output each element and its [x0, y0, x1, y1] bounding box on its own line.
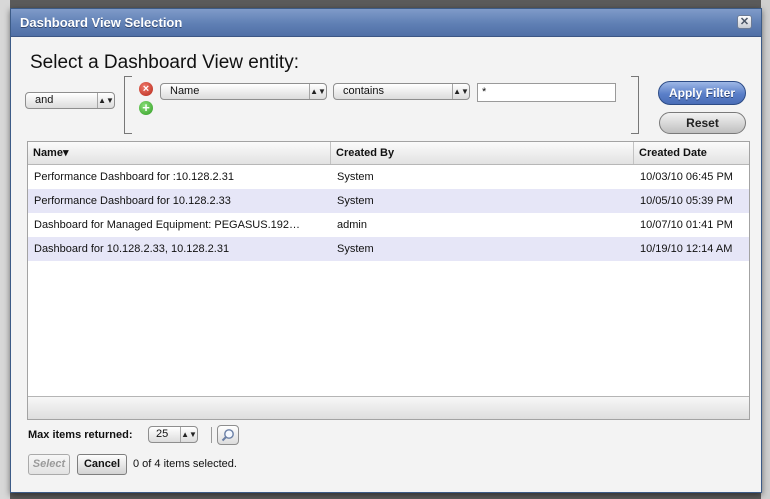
select-arrows-icon: ▲▼: [309, 84, 326, 99]
background-right: [761, 0, 770, 499]
field-select-value: Name: [170, 85, 200, 97]
cell-created-date: 10/07/10 01:41 PM: [640, 219, 733, 231]
filter-bracket-right: [631, 76, 639, 134]
reset-button[interactable]: Reset: [659, 112, 746, 134]
filter-bracket-left: [124, 76, 132, 134]
cell-created-by: System: [337, 195, 374, 207]
background-left: [0, 0, 10, 499]
select-arrows-icon: ▲▼: [180, 427, 197, 442]
table-row[interactable]: Performance Dashboard for 10.128.2.33 Sy…: [28, 189, 749, 213]
cell-created-date: 10/19/10 12:14 AM: [640, 243, 733, 255]
field-select[interactable]: Name ▲▼: [160, 83, 327, 100]
table-row[interactable]: Dashboard for Managed Equipment: PEGASUS…: [28, 213, 749, 237]
column-header-created-date[interactable]: Created Date: [634, 142, 749, 164]
page-title: Select a Dashboard View entity:: [30, 52, 299, 73]
search-button[interactable]: [217, 425, 239, 445]
table-footer-bar: [28, 396, 749, 419]
dialog-titlebar[interactable]: Dashboard View Selection ✕: [11, 9, 761, 37]
select-button[interactable]: Select: [28, 454, 70, 475]
magnifier-icon: [221, 429, 234, 442]
max-items-label: Max items returned:: [28, 429, 133, 441]
table-row[interactable]: Dashboard for 10.128.2.33, 10.128.2.31 S…: [28, 237, 749, 261]
apply-filter-button[interactable]: Apply Filter: [658, 81, 746, 105]
select-arrows-icon: ▲▼: [97, 93, 114, 108]
selection-status: 0 of 4 items selected.: [133, 458, 237, 470]
column-header-created-by[interactable]: Created By: [331, 142, 634, 164]
remove-circle-icon[interactable]: ×: [139, 82, 153, 96]
operator-select[interactable]: contains ▲▼: [333, 83, 470, 100]
cell-created-date: 10/05/10 05:39 PM: [640, 195, 733, 207]
operator-select-value: contains: [343, 85, 384, 97]
cell-created-by: System: [337, 243, 374, 255]
cell-name: Dashboard for Managed Equipment: PEGASUS…: [34, 219, 300, 231]
column-header-name[interactable]: Name▾: [28, 142, 331, 164]
max-items-select[interactable]: 25 ▲▼: [148, 426, 198, 443]
cell-name: Performance Dashboard for 10.128.2.33: [34, 195, 231, 207]
max-items-value: 25: [156, 428, 169, 440]
select-arrows-icon: ▲▼: [452, 84, 469, 99]
logic-select-value: and: [35, 94, 54, 106]
results-table: Name▾ Created By Created Date Performanc…: [27, 141, 750, 420]
toolbar-divider: [211, 427, 212, 443]
close-icon[interactable]: ✕: [737, 15, 752, 29]
cell-created-date: 10/03/10 06:45 PM: [640, 171, 733, 183]
cancel-button[interactable]: Cancel: [77, 454, 127, 475]
logic-select[interactable]: and ▲▼: [25, 92, 115, 109]
cell-created-by: admin: [337, 219, 367, 231]
dialog-title: Dashboard View Selection: [20, 15, 183, 30]
filter-value-input[interactable]: *: [477, 83, 616, 102]
table-row[interactable]: Performance Dashboard for :10.128.2.31 S…: [28, 165, 749, 189]
table-header: Name▾ Created By Created Date: [28, 142, 749, 165]
add-circle-icon[interactable]: +: [139, 101, 153, 115]
dashboard-view-selection-dialog: Dashboard View Selection ✕ Select a Dash…: [10, 8, 762, 493]
cell-name: Dashboard for 10.128.2.33, 10.128.2.31: [34, 243, 230, 255]
cell-created-by: System: [337, 171, 374, 183]
cell-name: Performance Dashboard for :10.128.2.31: [34, 171, 234, 183]
